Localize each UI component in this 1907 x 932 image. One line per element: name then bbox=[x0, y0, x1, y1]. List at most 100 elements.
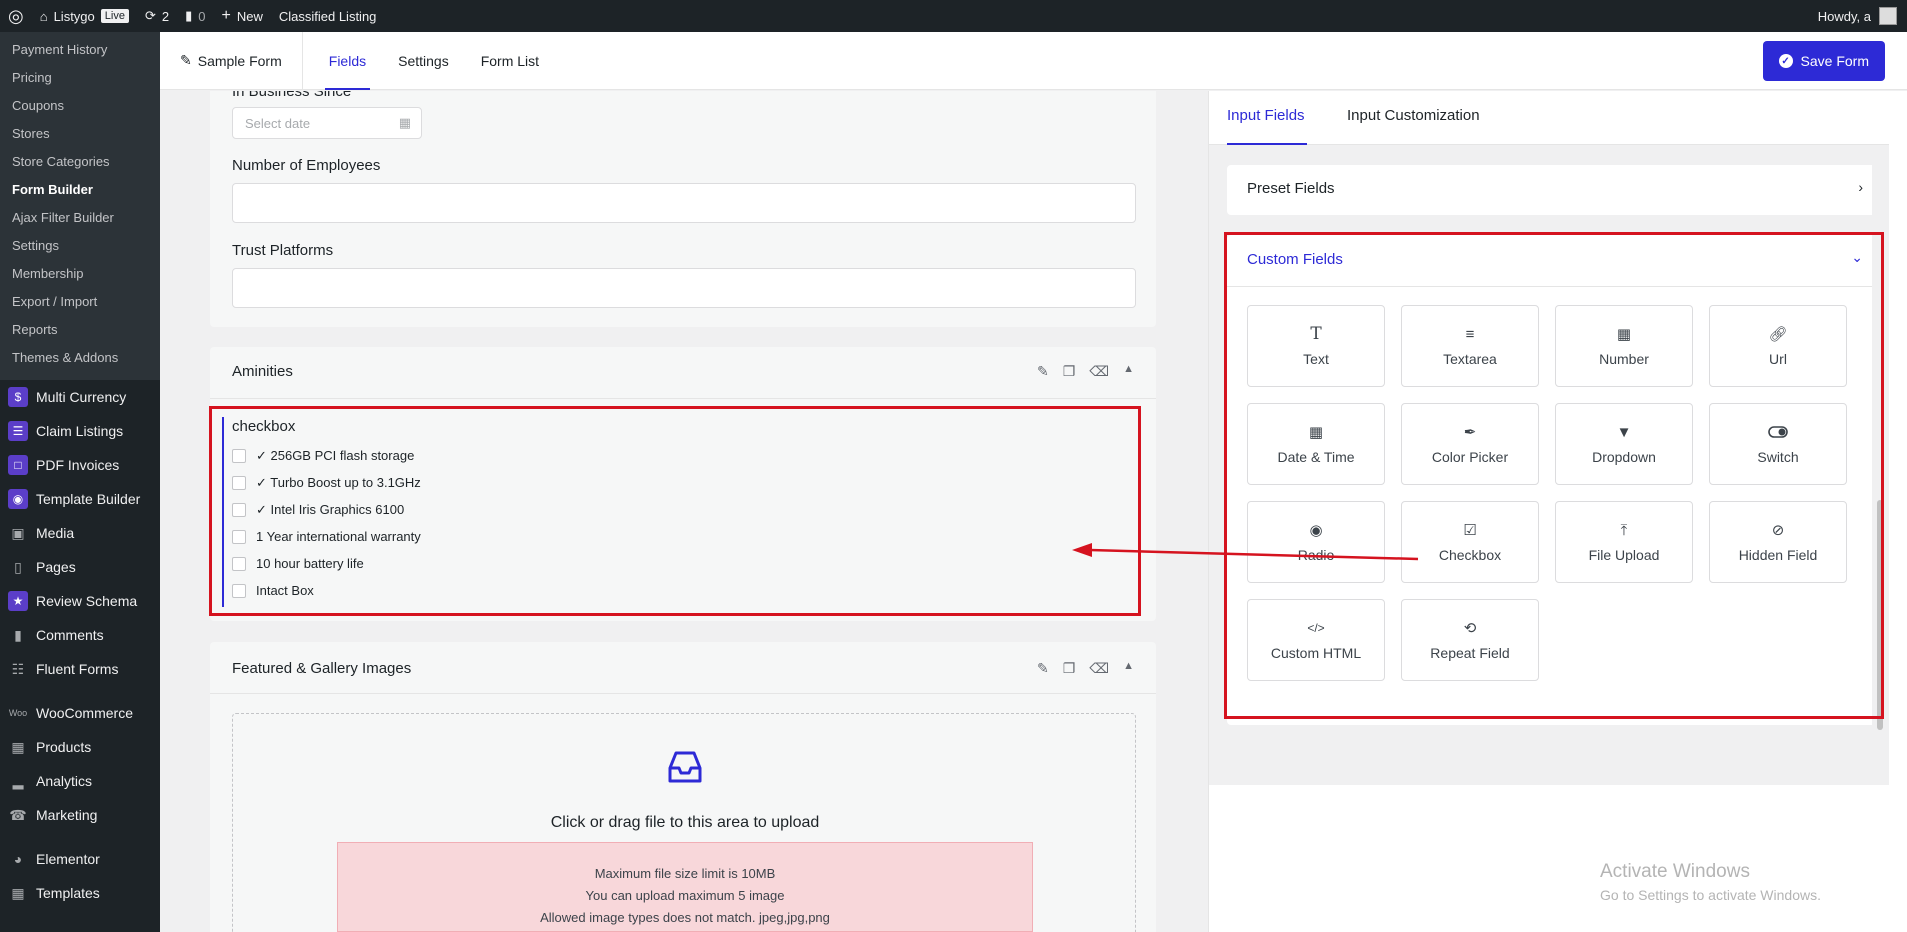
gallery-section: Featured & Gallery Images ✎ ❐ ⌫ ▲ Click … bbox=[210, 642, 1156, 932]
section-actions: ✎ ❐ ⌫ ▲ bbox=[1037, 660, 1134, 677]
analytics-icon: ▂ bbox=[12, 772, 24, 789]
form-name[interactable]: ✎ Sample Form bbox=[160, 31, 303, 90]
gallery-title: Featured & Gallery Images bbox=[232, 660, 412, 677]
trash-icon[interactable]: ⌫ bbox=[1089, 363, 1109, 380]
elementor-icon: ◕ bbox=[13, 851, 23, 867]
howdy-label: Howdy, a bbox=[1817, 8, 1871, 24]
pages-icon: ▯ bbox=[14, 558, 22, 575]
updates-link[interactable]: ⟳ 2 bbox=[137, 0, 177, 32]
sidebar-item-label: Template Builder bbox=[36, 491, 141, 507]
upload-dropzone[interactable]: Click or drag file to this area to uploa… bbox=[232, 713, 1136, 932]
review-icon: ★ bbox=[8, 591, 28, 611]
tab-form-list[interactable]: Form List bbox=[465, 32, 555, 90]
save-form-button[interactable]: ✓ Save Form bbox=[1762, 41, 1885, 81]
sidebar-item-label: Marketing bbox=[36, 807, 98, 823]
classified-label: Classified Listing bbox=[278, 8, 377, 24]
upload-error-line: You can upload maximum 5 image bbox=[585, 888, 785, 903]
sidebar-item-label: Elementor bbox=[36, 851, 100, 867]
activate-windows-watermark: Activate Windows Go to Settings to activ… bbox=[1600, 861, 1821, 903]
sidebar-item-woocommerce[interactable]: Woo WooCommerce bbox=[0, 696, 160, 730]
edit-icon[interactable]: ✎ bbox=[1037, 660, 1049, 677]
upload-error-line: Maximum file size limit is 10MB bbox=[594, 866, 776, 881]
tab-input-customization[interactable]: Input Customization bbox=[1347, 107, 1480, 124]
sidebar-item-label: Comments bbox=[36, 627, 104, 643]
submenu-ajax-filter-builder[interactable]: Ajax Filter Builder bbox=[0, 204, 160, 232]
submenu-membership[interactable]: Membership bbox=[0, 260, 160, 288]
tab-input-fields[interactable]: Input Fields bbox=[1227, 107, 1305, 124]
gallery-header: Featured & Gallery Images ✎ ❐ ⌫ ▲ bbox=[210, 642, 1156, 694]
sidebar-item-template-builder[interactable]: ◉ Template Builder bbox=[0, 482, 160, 516]
classified-listing-link[interactable]: Classified Listing bbox=[271, 0, 385, 32]
sidebar-item-media[interactable]: ▣ Media bbox=[0, 516, 160, 550]
wordpress-logo-icon[interactable]: ◎ bbox=[0, 0, 32, 32]
sidebar-item-pages[interactable]: ▯ Pages bbox=[0, 550, 160, 584]
account-menu[interactable]: Howdy, a bbox=[1818, 0, 1897, 32]
sidebar-item-analytics[interactable]: ▂ Analytics bbox=[0, 764, 160, 798]
chevron-right-icon: › bbox=[1858, 179, 1863, 195]
trash-icon[interactable]: ⌫ bbox=[1089, 660, 1109, 677]
tab-settings[interactable]: Settings bbox=[382, 32, 465, 90]
form-builder-header: ✎ Sample Form Fields Settings Form List … bbox=[160, 31, 1907, 90]
marketing-icon: ☎ bbox=[9, 806, 27, 823]
submenu-pricing[interactable]: Pricing bbox=[0, 64, 160, 92]
sidebar-item-label: Claim Listings bbox=[36, 423, 124, 439]
sidebar-submenu: Payment History Pricing Coupons Stores S… bbox=[0, 32, 160, 380]
submenu-payment-history[interactable]: Payment History bbox=[0, 36, 160, 64]
sidebar-item-fluent-forms[interactable]: ☷ Fluent Forms bbox=[0, 652, 160, 686]
sidebar-item-label: WooCommerce bbox=[36, 705, 133, 721]
sidebar-item-claim-listings[interactable]: ☰ Claim Listings bbox=[0, 414, 160, 448]
sidebar-item-templates[interactable]: ▦ Templates bbox=[0, 876, 160, 910]
submenu-settings[interactable]: Settings bbox=[0, 232, 160, 260]
tab-fields[interactable]: Fields bbox=[313, 32, 382, 90]
business-info-section: In Business Since Select date ▦ Number o… bbox=[210, 91, 1156, 327]
comments-link[interactable]: ▮ 0 bbox=[177, 0, 213, 32]
refresh-icon: ⟳ bbox=[144, 8, 156, 23]
pdf-icon: □ bbox=[8, 455, 28, 475]
submenu-form-builder[interactable]: Form Builder bbox=[0, 176, 160, 204]
sidebar-item-comments[interactable]: ▮ Comments bbox=[0, 618, 160, 652]
preset-fields-accordion[interactable]: Preset Fields › bbox=[1227, 165, 1883, 215]
sidebar-item-multi-currency[interactable]: $ Multi Currency bbox=[0, 380, 160, 414]
sidebar-item-products[interactable]: ▦ Products bbox=[0, 730, 160, 764]
submenu-stores[interactable]: Stores bbox=[0, 120, 160, 148]
checkbox-highlight-box bbox=[209, 406, 1141, 616]
form-canvas: In Business Since Select date ▦ Number o… bbox=[160, 91, 1208, 932]
dollar-icon: $ bbox=[8, 387, 28, 407]
sidebar-item-marketing[interactable]: ☎ Marketing bbox=[0, 798, 160, 832]
business-since-date-input[interactable]: Select date ▦ bbox=[232, 107, 422, 139]
sidebar-item-review-schema[interactable]: ★ Review Schema bbox=[0, 584, 160, 618]
submenu-coupons[interactable]: Coupons bbox=[0, 92, 160, 120]
sidebar-item-label: Templates bbox=[36, 885, 100, 901]
date-placeholder: Select date bbox=[245, 116, 311, 131]
custom-fields-highlight-box bbox=[1224, 232, 1884, 719]
submenu-store-categories[interactable]: Store Categories bbox=[0, 148, 160, 176]
employees-input[interactable] bbox=[232, 183, 1136, 223]
new-content-link[interactable]: + New bbox=[214, 0, 271, 32]
updates-count: 2 bbox=[161, 8, 170, 24]
trust-platforms-input[interactable] bbox=[232, 268, 1136, 308]
submenu-themes-addons[interactable]: Themes & Addons bbox=[0, 344, 160, 372]
copy-icon[interactable]: ❐ bbox=[1063, 660, 1076, 677]
site-name-label: Listygo bbox=[53, 8, 95, 24]
watermark-line1: Activate Windows bbox=[1600, 861, 1750, 882]
sidebar-item-elementor[interactable]: ◕ Elementor bbox=[0, 842, 160, 876]
calendar-icon: ▦ bbox=[398, 115, 411, 130]
forms-icon: ☷ bbox=[11, 660, 25, 677]
collapse-up-icon[interactable]: ▲ bbox=[1123, 363, 1134, 380]
sidebar-item-label: Pages bbox=[36, 559, 76, 575]
sidebar-item-pdf-invoices[interactable]: □ PDF Invoices bbox=[0, 448, 160, 482]
form-name-label: Sample Form bbox=[197, 52, 282, 69]
media-icon: ▣ bbox=[11, 524, 25, 541]
upload-instruction: Click or drag file to this area to uploa… bbox=[550, 814, 820, 831]
collapse-up-icon[interactable]: ▲ bbox=[1123, 660, 1134, 677]
edit-icon[interactable]: ✎ bbox=[1037, 363, 1049, 380]
site-name-link[interactable]: ⌂ Listygo Live bbox=[32, 0, 137, 32]
copy-icon[interactable]: ❐ bbox=[1063, 363, 1076, 380]
sidebar-item-label: Review Schema bbox=[36, 593, 138, 609]
admin-bar: ◎ ⌂ Listygo Live ⟳ 2 ▮ 0 + New Classifie… bbox=[0, 0, 1907, 32]
submenu-reports[interactable]: Reports bbox=[0, 316, 160, 344]
admin-sidebar: Payment History Pricing Coupons Stores S… bbox=[0, 32, 160, 932]
aminities-header: Aminities ✎ ❐ ⌫ ▲ bbox=[210, 347, 1156, 399]
upload-error-line: Allowed image types does not match. jpeg… bbox=[540, 910, 830, 925]
submenu-export-import[interactable]: Export / Import bbox=[0, 288, 160, 316]
